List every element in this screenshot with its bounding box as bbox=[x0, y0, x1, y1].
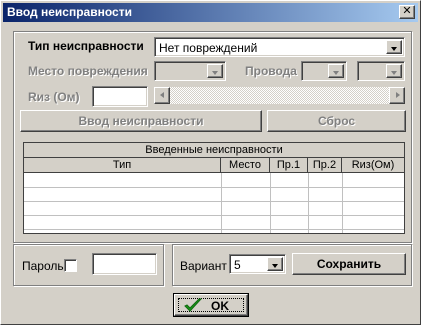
resistance-scrollbar[interactable] bbox=[154, 87, 405, 104]
resistance-input[interactable] bbox=[92, 86, 148, 107]
enter-fault-label: Ввод неисправности bbox=[78, 114, 204, 128]
column-divider bbox=[308, 173, 309, 233]
fault-type-value: Нет повреждений bbox=[159, 41, 258, 55]
column-header-place[interactable]: Место bbox=[221, 158, 270, 172]
chevron-down-icon[interactable] bbox=[386, 64, 402, 78]
close-button[interactable]: ✕ bbox=[399, 5, 415, 19]
ok-label: OK bbox=[211, 299, 229, 313]
column-header-type[interactable]: Тип bbox=[24, 158, 221, 172]
column-divider bbox=[221, 173, 222, 233]
chevron-down-icon[interactable] bbox=[207, 64, 223, 78]
scroll-right-icon[interactable] bbox=[389, 87, 405, 104]
wires-label: Провода bbox=[245, 64, 297, 78]
ok-button[interactable]: OK bbox=[173, 293, 249, 317]
scroll-left-icon[interactable] bbox=[154, 87, 170, 104]
variant-label: Вариант bbox=[180, 259, 227, 273]
table-header-row: Тип Место Пр.1 Пр.2 Rиз(Ом) bbox=[24, 158, 404, 173]
table-caption: Введенные неисправности bbox=[24, 143, 404, 158]
save-button[interactable]: Сохранить bbox=[292, 253, 406, 275]
column-divider bbox=[342, 173, 343, 233]
save-label: Сохранить bbox=[316, 257, 382, 271]
chevron-down-icon[interactable] bbox=[386, 40, 402, 54]
row-divider bbox=[24, 187, 404, 188]
password-label: Пароль bbox=[22, 259, 64, 273]
resistance-label: Rиз (Ом) bbox=[28, 90, 80, 104]
close-icon: ✕ bbox=[402, 5, 412, 17]
variant-combo[interactable]: 5 bbox=[229, 254, 286, 274]
fault-type-label: Тип неисправности bbox=[28, 39, 144, 53]
window-title: Ввод неисправности bbox=[7, 5, 132, 19]
entered-faults-table[interactable]: Введенные неисправности Тип Место Пр.1 П… bbox=[23, 142, 405, 234]
column-header-resistance[interactable]: Rиз(Ом) bbox=[342, 158, 404, 172]
checkmark-icon bbox=[184, 298, 202, 312]
column-divider bbox=[270, 173, 271, 233]
title-bar[interactable]: Ввод неисправности ✕ bbox=[3, 3, 418, 22]
fault-type-combo[interactable]: Нет повреждений bbox=[154, 37, 405, 57]
reset-button[interactable]: Сброс bbox=[267, 110, 406, 132]
row-divider bbox=[24, 215, 404, 216]
row-divider bbox=[24, 201, 404, 202]
password-checkbox[interactable] bbox=[64, 259, 77, 272]
column-header-wire2[interactable]: Пр.2 bbox=[308, 158, 342, 172]
chevron-down-icon[interactable] bbox=[328, 64, 344, 78]
variant-value: 5 bbox=[234, 258, 241, 272]
place-label: Место повреждения bbox=[28, 64, 148, 78]
ok-button-face: OK bbox=[174, 294, 248, 316]
password-input[interactable] bbox=[92, 253, 157, 275]
enter-fault-button[interactable]: Ввод неисправности bbox=[20, 110, 262, 132]
chevron-down-icon[interactable] bbox=[267, 257, 283, 271]
column-header-wire1[interactable]: Пр.1 bbox=[270, 158, 308, 172]
wire2-combo[interactable] bbox=[357, 61, 405, 81]
fault-entry-dialog: Ввод неисправности ✕ Тип неисправности Н… bbox=[0, 0, 421, 325]
wire1-combo[interactable] bbox=[301, 61, 347, 81]
place-combo[interactable] bbox=[154, 61, 226, 81]
row-divider bbox=[24, 229, 404, 230]
reset-label: Сброс bbox=[317, 114, 356, 128]
